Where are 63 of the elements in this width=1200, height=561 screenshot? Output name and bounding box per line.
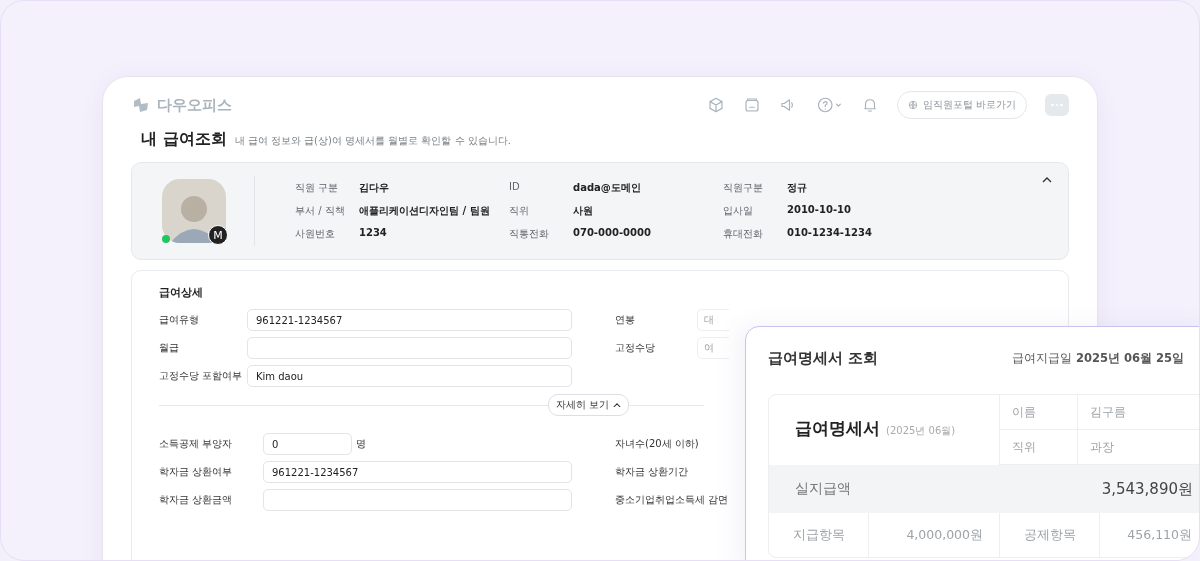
role-badge: M xyxy=(208,225,228,245)
payslip-title: 급여명세서 xyxy=(795,417,880,440)
profile-value: 김다우 xyxy=(359,181,390,195)
table-cell: 456,110원 xyxy=(1100,513,1199,557)
input-field[interactable]: 961221-1234567 xyxy=(247,309,572,331)
profile-value: 010-1234-1234 xyxy=(787,227,873,240)
field-label: 중소기업취업소득세 감면 xyxy=(615,493,729,507)
page-description: 내 급여 정보와 급(상)여 명세서를 월별로 확인할 수 있습니다. xyxy=(234,134,511,148)
more-button[interactable] xyxy=(1045,94,1069,116)
profile-value: dada@도메인 xyxy=(573,181,642,195)
profile-value: 애플리케이션디자인팀 / 팀원 xyxy=(359,204,491,218)
table-cell: 4,000,000원 xyxy=(869,513,1000,557)
table-cell: 공제항목 xyxy=(1000,513,1100,557)
field-label: 급여유형 xyxy=(159,313,200,327)
input-field[interactable] xyxy=(247,337,572,359)
section-title: 급여상세 xyxy=(159,285,204,300)
profile-label: 직원구분 xyxy=(723,181,764,195)
page-title: 내 급여조회 xyxy=(141,129,227,150)
table-cell: 이름 xyxy=(1000,395,1078,430)
profile-label: 휴대전화 xyxy=(723,227,764,241)
field-label: 월급 xyxy=(159,341,180,355)
input-field[interactable]: 961221-1234567 xyxy=(263,461,572,483)
input-field[interactable]: Kim daou xyxy=(247,365,572,387)
profile-label: 사원번호 xyxy=(295,227,336,241)
globe-icon xyxy=(907,100,918,110)
field-label: 연봉 xyxy=(615,313,636,327)
pay-date: 급여지급일 2025년 06월 25일 xyxy=(1012,351,1184,366)
input-field[interactable] xyxy=(263,489,572,511)
archive-icon[interactable] xyxy=(742,96,761,114)
table-cell: 김구름 xyxy=(1078,395,1199,430)
profile-label: 직위 xyxy=(509,204,530,218)
net-pay-label: 실지급액 xyxy=(795,480,851,498)
profile-value: 정규 xyxy=(787,181,808,195)
table-cell: 지급항목 xyxy=(769,513,869,557)
profile-value: 1234 xyxy=(359,227,388,240)
collapse-button[interactable] xyxy=(1042,177,1052,183)
field-label: 고정수당 xyxy=(615,341,656,355)
input-field[interactable]: 0 xyxy=(263,433,352,455)
field-label: 학자금 상환기간 xyxy=(615,465,690,479)
profile-label: 입사일 xyxy=(723,204,754,218)
cube-icon[interactable] xyxy=(706,96,725,114)
profile-label: 직통전화 xyxy=(509,227,550,241)
profile-value: 2010-10-10 xyxy=(787,204,852,217)
profile-label: 직원 구분 xyxy=(295,181,340,195)
panel-title: 급여명세서 조회 xyxy=(768,349,879,368)
payslip-period: (2025년 06월) xyxy=(886,424,956,438)
field-label: 학자금 상환금액 xyxy=(159,493,234,507)
field-label: 학자금 상환여부 xyxy=(159,465,234,479)
logo-icon xyxy=(131,95,151,115)
profile-value: 070-000-0000 xyxy=(573,227,652,240)
profile-label: 부서 / 직책 xyxy=(295,204,346,218)
field-label: 고정수당 포함여부 xyxy=(159,369,244,383)
profile-label: ID xyxy=(509,181,521,194)
chevron-icon xyxy=(1042,177,1052,183)
field-label: 자녀수(20세 이하) xyxy=(615,437,699,451)
chevron-icon xyxy=(613,402,621,408)
show-more-button[interactable]: 자세히 보기 xyxy=(547,394,629,416)
field-label: 소득공제 부양자 xyxy=(159,437,234,451)
net-pay-value: 3,543,890원 xyxy=(1101,479,1193,499)
unit-label: 명 xyxy=(356,437,367,451)
profile-value: 사원 xyxy=(573,204,594,218)
avatar-silhouette xyxy=(162,179,226,243)
brand-name: 다우오피스 xyxy=(157,95,232,115)
